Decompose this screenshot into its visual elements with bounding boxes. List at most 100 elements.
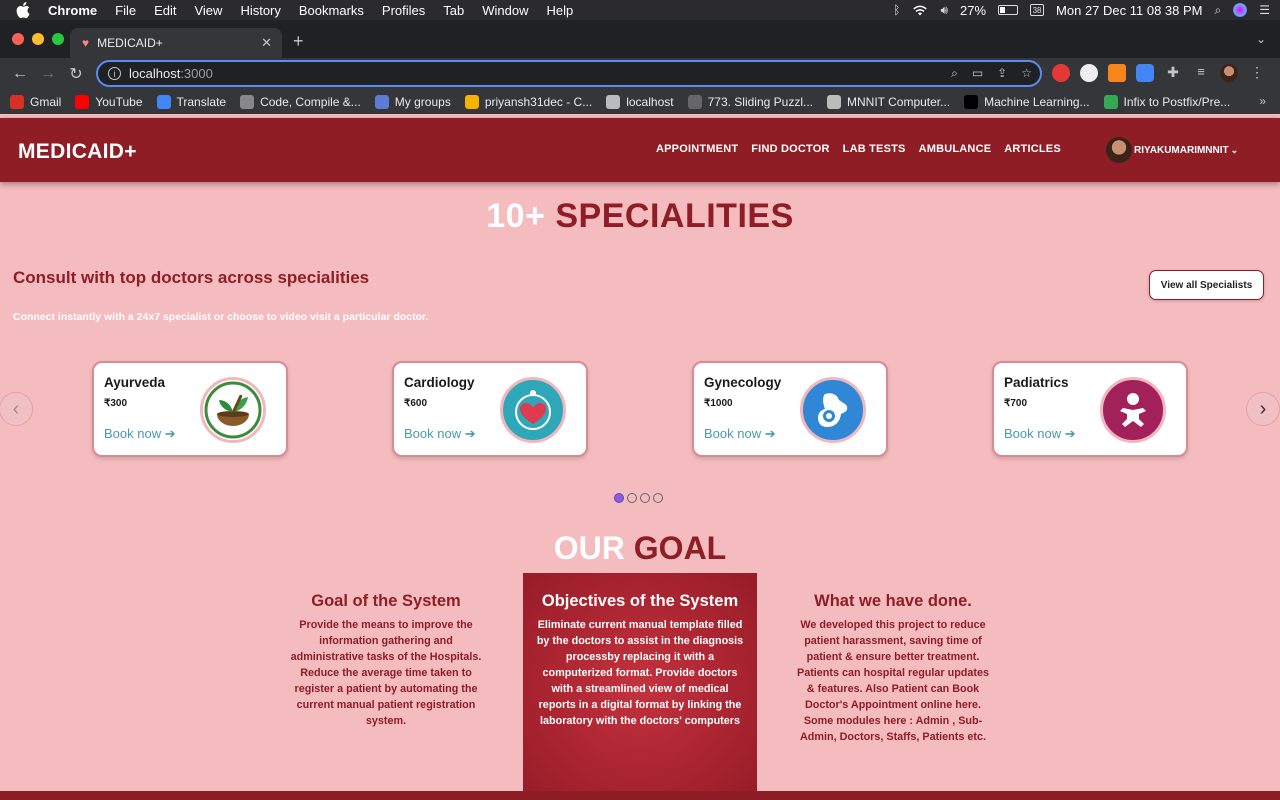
address-bar[interactable]: i localhost:3000 ⌕ ▭ ⇪ ☆ xyxy=(96,60,1042,87)
carousel-dot-1[interactable] xyxy=(614,493,624,503)
menu-bookmarks[interactable]: Bookmarks xyxy=(299,3,364,18)
stop-hand-extension-icon[interactable] xyxy=(1052,64,1070,82)
speciality-card-gynecology[interactable]: Gynecology ₹1000 Book now ➔ xyxy=(692,361,888,457)
speciality-card-ayurveda[interactable]: Ayurveda ₹300 Book now ➔ xyxy=(92,361,288,457)
goal-column-heading: What we have done. xyxy=(814,592,972,610)
bookmark-star-icon[interactable]: ☆ xyxy=(1021,66,1032,81)
bookmark-item[interactable]: YouTube xyxy=(75,95,143,109)
goal-column-objectives: Objectives of the System Eliminate curre… xyxy=(536,591,744,729)
book-now-link[interactable]: Book now ➔ xyxy=(104,426,176,442)
bookmark-item[interactable]: MNNIT Computer... xyxy=(827,95,950,109)
share-icon[interactable]: ⇪ xyxy=(997,66,1007,81)
wifi-icon[interactable] xyxy=(912,4,928,16)
goal-column-text: Eliminate current manual template filled… xyxy=(536,619,744,727)
bookmark-item[interactable]: priyansh31dec - C... xyxy=(464,95,593,109)
bookmark-item[interactable]: My groups xyxy=(374,95,451,109)
bookmarks-overflow-icon[interactable]: » xyxy=(1259,94,1266,108)
bookmark-item[interactable]: 773. Sliding Puzzl... xyxy=(687,95,813,109)
menu-help[interactable]: Help xyxy=(547,3,574,18)
nav-find-doctor[interactable]: FIND DOCTOR xyxy=(751,143,829,155)
baby-icon xyxy=(1100,377,1166,443)
profile-avatar-icon[interactable] xyxy=(1220,64,1238,82)
book-now-link[interactable]: Book now ➔ xyxy=(404,426,476,442)
reload-icon[interactable]: ↻ xyxy=(62,64,90,84)
bluetooth-icon[interactable]: ᛒ xyxy=(893,3,900,17)
user-menu[interactable]: RIYAKUMARIMNNIT ⌄ xyxy=(1106,137,1238,163)
macos-menubar: Chrome File Edit View History Bookmarks … xyxy=(0,0,1280,20)
browser-tab-strip: ♥ MEDICAID+ ✕ + ⌄ xyxy=(0,20,1280,58)
nav-ambulance[interactable]: AMBULANCE xyxy=(919,143,992,155)
speciality-price: ₹600 xyxy=(404,398,428,409)
minimize-window-button[interactable] xyxy=(32,33,44,45)
book-now-link[interactable]: Book now ➔ xyxy=(1004,426,1076,442)
specialities-title: 10+ SPECIALITIES xyxy=(0,197,1280,236)
siri-icon[interactable] xyxy=(1233,3,1248,17)
metamask-fox-icon[interactable] xyxy=(1108,64,1126,82)
bookmark-label: 773. Sliding Puzzl... xyxy=(707,95,813,109)
bookmark-item[interactable]: Code, Compile &... xyxy=(240,95,361,109)
bookmark-label: localhost xyxy=(626,95,674,109)
bookmark-favicon-icon xyxy=(687,95,702,109)
goal-column-text: Provide the means to improve the informa… xyxy=(290,619,482,727)
nav-lab-tests[interactable]: LAB TESTS xyxy=(843,143,906,155)
new-tab-plus-icon[interactable]: + xyxy=(293,31,304,52)
bookmark-label: priyansh31dec - C... xyxy=(484,95,593,109)
close-window-button[interactable] xyxy=(12,33,24,45)
carousel-dot-4[interactable] xyxy=(653,493,663,503)
site-info-icon[interactable]: i xyxy=(108,67,121,80)
nav-appointment[interactable]: APPOINTMENT xyxy=(656,143,738,155)
browser-tab-active[interactable]: ♥ MEDICAID+ ✕ xyxy=(70,28,282,58)
menu-profiles[interactable]: Profiles xyxy=(382,3,425,18)
view-all-specialists-button[interactable]: View all Specialists xyxy=(1149,270,1264,300)
goal-title-white: OUR xyxy=(553,530,625,566)
tab-search-chevron-icon[interactable]: ⌄ xyxy=(1256,32,1266,46)
bookmark-item[interactable]: Machine Learning... xyxy=(964,95,1090,109)
chrome-menu-kebab-icon[interactable]: ⋮ xyxy=(1248,64,1266,82)
menu-edit[interactable]: Edit xyxy=(154,3,176,18)
nav-articles[interactable]: ARTICLES xyxy=(1004,143,1061,155)
menubar-clock[interactable]: Mon 27 Dec 11 08 38 PM xyxy=(1056,3,1202,18)
speciality-card-padiatrics[interactable]: Padiatrics ₹700 Book now ➔ xyxy=(992,361,1188,457)
apple-icon[interactable] xyxy=(16,2,32,18)
spotlight-search-icon[interactable]: ⌕ xyxy=(1215,3,1222,18)
close-tab-icon[interactable]: ✕ xyxy=(261,35,272,51)
site-logo[interactable]: MEDICAID+ xyxy=(18,140,137,164)
book-now-link[interactable]: Book now ➔ xyxy=(704,426,776,442)
extension-white-icon[interactable] xyxy=(1080,64,1098,82)
address-host: localhost xyxy=(129,66,181,81)
menu-view[interactable]: View xyxy=(194,3,222,18)
menu-app-name[interactable]: Chrome xyxy=(48,3,97,18)
tab-title: MEDICAID+ xyxy=(97,36,163,50)
speciality-name: Ayurveda xyxy=(104,375,166,390)
bookmark-label: Gmail xyxy=(30,95,62,109)
battery-icon[interactable] xyxy=(998,5,1019,15)
install-app-icon[interactable]: ▭ xyxy=(972,66,983,81)
bookmark-label: Translate xyxy=(176,95,227,109)
zoom-window-button[interactable] xyxy=(52,33,64,45)
control-center-icon[interactable]: ☰ xyxy=(1259,3,1270,17)
bookmark-item[interactable]: localhost xyxy=(606,95,674,109)
google-translate-extension-icon[interactable] xyxy=(1136,64,1154,82)
bookmark-item[interactable]: Gmail xyxy=(10,95,61,109)
carousel-dot-3[interactable] xyxy=(640,493,650,503)
speciality-card-cardiology[interactable]: Cardiology ₹600 Book now ➔ xyxy=(392,361,588,457)
carousel-dot-2[interactable] xyxy=(627,493,637,503)
forward-arrow-icon[interactable]: → xyxy=(34,65,62,83)
bookmark-item[interactable]: Infix to Postfix/Pre... xyxy=(1103,95,1230,109)
back-arrow-icon[interactable]: ← xyxy=(6,65,34,83)
zoom-magnifier-icon[interactable]: ⌕ xyxy=(951,66,958,81)
menu-tab[interactable]: Tab xyxy=(443,3,464,18)
bookmark-label: Machine Learning... xyxy=(984,95,1090,109)
calendar-icon[interactable]: 38 xyxy=(1030,4,1045,16)
heart-stethoscope-icon xyxy=(500,377,566,443)
menu-history[interactable]: History xyxy=(240,3,280,18)
carousel-next-button[interactable]: › xyxy=(1246,392,1280,426)
extensions-puzzle-icon[interactable]: ✚ xyxy=(1164,64,1182,82)
reading-list-icon[interactable]: ≡ xyxy=(1192,64,1210,82)
bookmark-item[interactable]: Translate xyxy=(156,95,227,109)
menu-window[interactable]: Window xyxy=(482,3,528,18)
consult-heading: Consult with top doctors across speciali… xyxy=(13,268,370,287)
volume-icon[interactable]: 🔊︎ xyxy=(940,3,948,18)
menu-file[interactable]: File xyxy=(115,3,136,18)
carousel-prev-button[interactable]: ‹ xyxy=(0,392,33,426)
